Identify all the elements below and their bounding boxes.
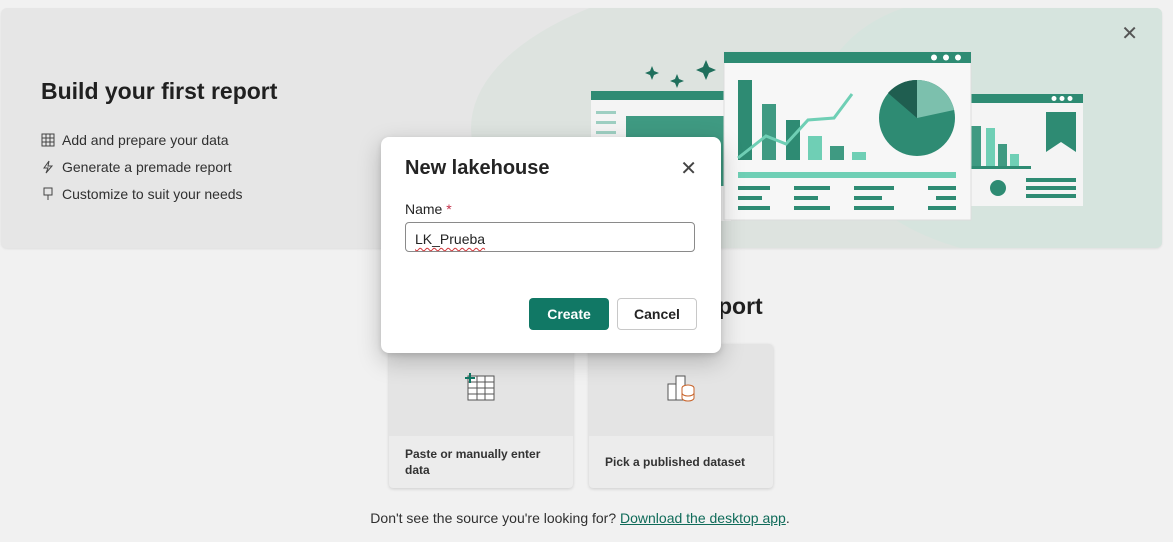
card-published-dataset[interactable]: Pick a published dataset: [589, 344, 773, 488]
close-icon[interactable]: ✕: [1121, 24, 1138, 44]
name-label-text: Name: [405, 201, 443, 217]
required-marker: *: [446, 201, 452, 217]
footer-text: Don't see the source you're looking for?: [370, 510, 617, 526]
cancel-button[interactable]: Cancel: [617, 298, 697, 330]
card-paste-data[interactable]: Paste or manually enter data: [389, 344, 573, 488]
create-button[interactable]: Create: [529, 298, 609, 330]
feature-label: Generate a premade report: [62, 159, 232, 175]
section-title: port: [718, 293, 763, 319]
close-icon[interactable]: ✕: [680, 159, 697, 179]
footer-help: Don't see the source you're looking for?…: [0, 510, 1160, 526]
feature-generate-report: Generate a premade report: [41, 159, 232, 175]
table-icon: [41, 133, 55, 147]
download-desktop-app-link[interactable]: Download the desktop app: [620, 510, 786, 526]
feature-add-data: Add and prepare your data: [41, 132, 229, 148]
feature-label: Customize to suit your needs: [62, 186, 243, 202]
card-label: Pick a published dataset: [605, 455, 746, 469]
card-icon-area: [589, 344, 773, 436]
lightning-icon: [41, 160, 55, 174]
name-input[interactable]: [405, 222, 695, 252]
paintbrush-icon: [41, 187, 55, 201]
banner-title: Build your first report: [41, 78, 278, 104]
footer-suffix: .: [785, 510, 790, 526]
feature-label: Add and prepare your data: [62, 132, 229, 148]
feature-customize: Customize to suit your needs: [41, 186, 243, 202]
card-label: Paste or manually enter data: [405, 447, 541, 477]
card-icon-area: [389, 344, 573, 436]
new-lakehouse-dialog: New lakehouse ✕ Name * LK_Prueba Create …: [381, 137, 721, 353]
dialog-title: New lakehouse: [405, 157, 550, 179]
table-edit-icon: [465, 372, 497, 408]
name-label: Name *: [405, 201, 452, 217]
dataset-icon: [666, 372, 696, 409]
